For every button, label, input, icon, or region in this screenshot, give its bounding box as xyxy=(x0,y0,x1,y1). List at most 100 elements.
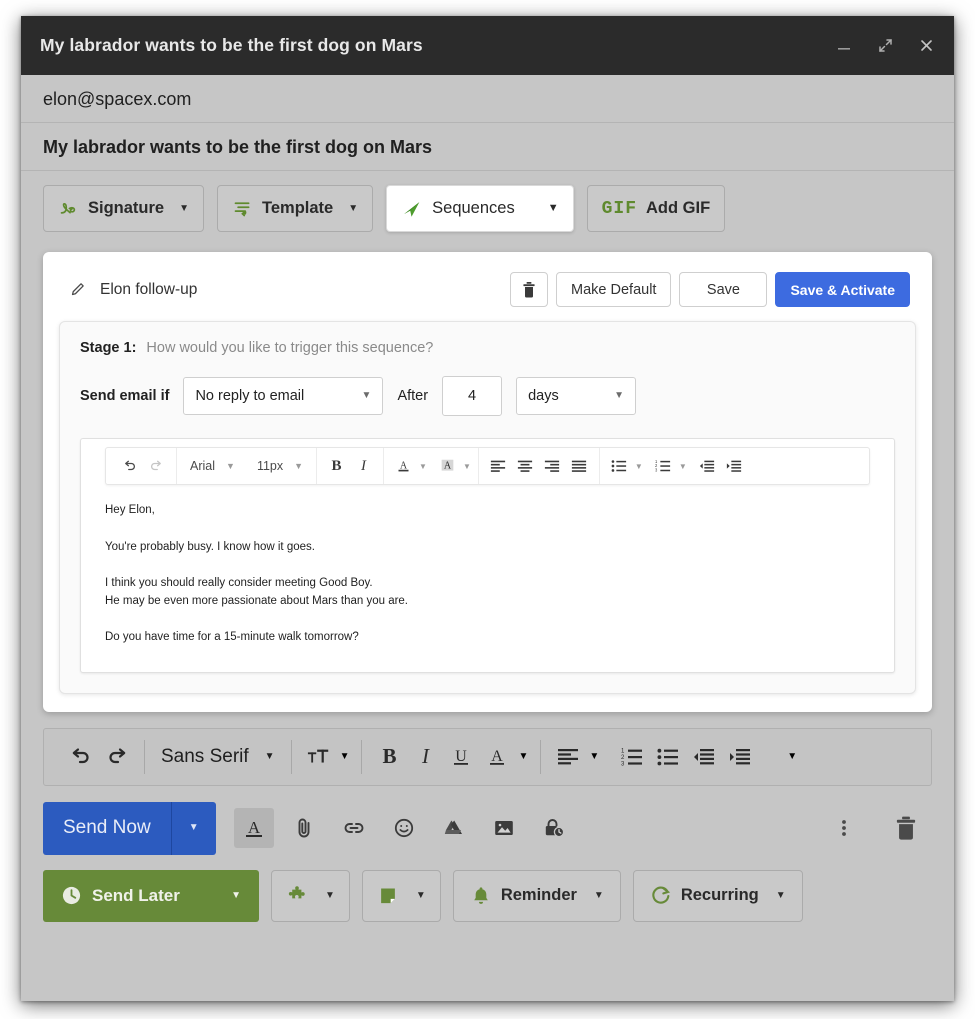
chevron-down-icon[interactable]: ▼ xyxy=(635,462,643,471)
save-and-activate-button[interactable]: Save & Activate xyxy=(775,272,910,307)
subject-field[interactable]: My labrador wants to be the first dog on… xyxy=(21,123,954,171)
numbered-list-icon[interactable]: 1 2 3 xyxy=(651,453,676,479)
font-family-select[interactable]: Sans Serif ▼ xyxy=(157,746,279,768)
make-default-button[interactable]: Make Default xyxy=(556,272,672,307)
trigger-condition-select[interactable]: No reply to email ▼ xyxy=(183,377,384,415)
send-row-right xyxy=(824,808,932,848)
bold-icon[interactable]: B xyxy=(374,740,404,774)
bottom-action-row: Send Later ▼ ▼ ▼ Reminder ▼ Recurring ▼ xyxy=(21,855,954,942)
template-label: Template xyxy=(262,199,334,217)
font-size-icon[interactable] xyxy=(304,740,334,774)
send-now-dropdown[interactable]: ▼ xyxy=(170,801,216,855)
attach-file-icon[interactable] xyxy=(284,808,324,848)
sequence-name: Elon follow-up xyxy=(100,280,198,298)
confidential-mode-icon[interactable] xyxy=(534,808,574,848)
puzzle-icon xyxy=(286,885,308,907)
editor-font-family-select[interactable]: Arial ▼ xyxy=(184,459,241,473)
chevron-down-icon: ▼ xyxy=(226,460,235,471)
delete-sequence-button[interactable] xyxy=(510,272,549,307)
reminder-button[interactable]: Reminder ▼ xyxy=(452,869,621,922)
compose-body: elon@spacex.com My labrador wants to be … xyxy=(21,75,954,1001)
chevron-down-icon: ▼ xyxy=(188,822,199,834)
sequence-title-group[interactable]: Elon follow-up xyxy=(69,281,510,299)
text-color-icon[interactable]: A xyxy=(391,453,416,479)
minimize-icon[interactable] xyxy=(834,36,854,56)
editor-undo-group xyxy=(110,448,177,484)
sequence-email-body[interactable]: Hey Elon, You're probably busy. I know h… xyxy=(81,485,894,672)
redo-icon[interactable] xyxy=(102,740,132,774)
sequence-email-editor: Arial ▼ 11px ▼ B I A ▼ A ▼ ▼ 1 2 3 ▼ Hey… xyxy=(80,438,895,673)
italic-icon[interactable]: I xyxy=(410,740,440,774)
align-center-icon[interactable] xyxy=(513,453,538,479)
chevron-down-icon: ▼ xyxy=(775,889,786,901)
svg-text:A: A xyxy=(492,748,504,765)
body-paragraph: Hey Elon, xyxy=(105,504,155,516)
trigger-row: Send email if No reply to email ▼ After … xyxy=(80,376,895,416)
recipient-value: elon@spacex.com xyxy=(43,89,192,109)
delay-unit-value: days xyxy=(528,388,559,404)
decrease-indent-icon[interactable] xyxy=(695,453,720,479)
trash-icon xyxy=(521,281,537,299)
formatting-options-icon[interactable]: A xyxy=(233,808,274,849)
delay-amount-input[interactable]: 4 xyxy=(442,376,503,416)
chevron-down-icon: ▼ xyxy=(264,750,275,762)
chevron-down-icon[interactable]: ▼ xyxy=(679,462,687,471)
more-options-icon[interactable] xyxy=(824,808,864,848)
chevron-down-icon: ▼ xyxy=(294,460,304,471)
increase-indent-icon[interactable] xyxy=(725,740,755,774)
puzzle-addon-button[interactable]: ▼ xyxy=(271,869,350,922)
align-right-icon[interactable] xyxy=(540,453,565,479)
align-left-icon[interactable] xyxy=(486,453,511,479)
expand-icon[interactable] xyxy=(875,36,895,56)
chevron-down-icon[interactable]: ▼ xyxy=(787,751,797,762)
send-later-button[interactable]: Send Later ▼ xyxy=(43,869,259,922)
delay-unit-select[interactable]: days ▼ xyxy=(516,377,637,415)
insert-link-icon[interactable] xyxy=(334,808,374,848)
bulleted-list-icon[interactable] xyxy=(607,453,632,479)
svg-text:A: A xyxy=(444,461,452,472)
add-gif-button[interactable]: GIF Add GIF xyxy=(586,185,726,232)
recurring-button[interactable]: Recurring ▼ xyxy=(632,869,803,922)
align-left-icon[interactable] xyxy=(553,740,583,774)
align-justify-icon[interactable] xyxy=(567,453,592,479)
italic-icon[interactable]: I xyxy=(351,453,376,479)
gif-icon: GIF xyxy=(601,198,638,219)
editor-font-family-value: Arial xyxy=(190,459,216,473)
editor-list-group: ▼ 1 2 3 ▼ xyxy=(600,448,754,484)
notes-button[interactable]: ▼ xyxy=(361,869,441,922)
window-title: My labrador wants to be the first dog on… xyxy=(40,35,423,55)
text-color-icon[interactable]: A xyxy=(482,740,512,774)
chevron-down-icon[interactable]: ▼ xyxy=(419,462,427,471)
chevron-down-icon[interactable]: ▼ xyxy=(340,751,350,762)
editor-font-size-select[interactable]: 11px ▼ xyxy=(251,459,309,473)
format-undo-group xyxy=(54,739,145,774)
template-button[interactable]: Template ▼ xyxy=(217,185,374,232)
sequences-button[interactable]: Sequences ▼ xyxy=(386,185,574,232)
trigger-condition-value: No reply to email xyxy=(195,388,305,404)
increase-indent-icon[interactable] xyxy=(722,453,747,479)
bold-icon[interactable]: B xyxy=(324,453,349,479)
decrease-indent-icon[interactable] xyxy=(689,740,719,774)
edit-pencil-icon[interactable] xyxy=(69,281,86,298)
undo-icon[interactable] xyxy=(66,740,96,774)
chevron-down-icon[interactable]: ▼ xyxy=(589,751,599,762)
google-drive-icon[interactable] xyxy=(434,808,474,848)
after-label: After xyxy=(397,388,429,404)
highlight-color-icon[interactable]: A xyxy=(435,453,460,479)
save-button[interactable]: Save xyxy=(679,272,768,307)
redo-icon[interactable] xyxy=(144,453,169,479)
chevron-down-icon[interactable]: ▼ xyxy=(518,751,528,762)
signature-button[interactable]: Signature ▼ xyxy=(43,185,205,232)
svg-text:1: 1 xyxy=(621,748,625,754)
close-icon[interactable] xyxy=(916,36,936,56)
underline-icon[interactable]: U xyxy=(446,740,476,774)
undo-icon[interactable] xyxy=(117,453,142,479)
insert-photo-icon[interactable] xyxy=(484,808,524,848)
numbered-list-icon[interactable]: 1 2 3 xyxy=(617,740,647,774)
emoji-icon[interactable] xyxy=(384,808,424,848)
send-now-button[interactable]: Send Now ▼ xyxy=(43,801,216,855)
bulleted-list-icon[interactable] xyxy=(653,740,683,774)
recipient-field[interactable]: elon@spacex.com xyxy=(21,75,954,123)
discard-draft-icon[interactable] xyxy=(886,808,926,848)
chevron-down-icon[interactable]: ▼ xyxy=(463,462,471,471)
